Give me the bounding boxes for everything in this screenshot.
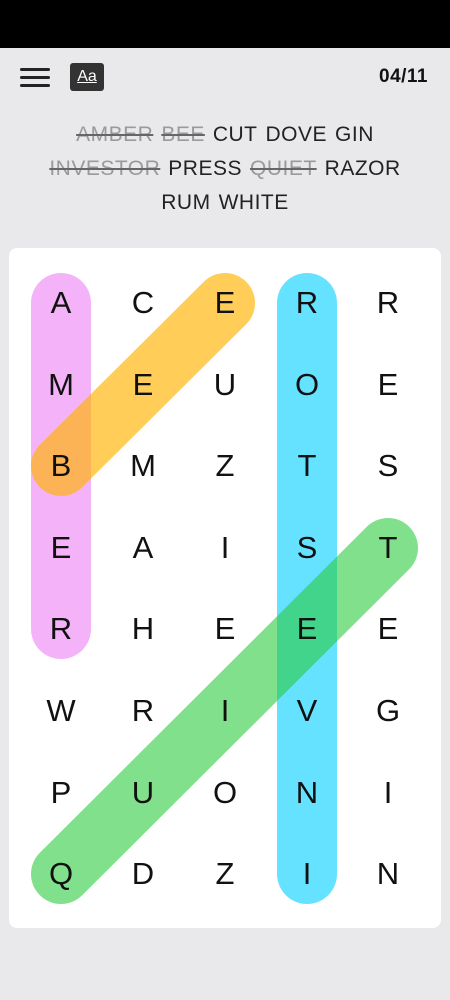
grid-cell[interactable]: I xyxy=(184,670,266,752)
font-size-button[interactable]: Aa xyxy=(70,63,104,91)
grid-cell[interactable]: E xyxy=(20,507,102,589)
grid-cell[interactable]: R xyxy=(347,262,429,344)
grid-cell[interactable]: U xyxy=(102,752,184,834)
grid-cell[interactable]: R xyxy=(20,588,102,670)
grid-cell[interactable]: I xyxy=(347,752,429,834)
word-press: PRESS xyxy=(168,157,242,180)
word-investor: INVESTOR xyxy=(49,157,161,180)
letter-grid: ACERRMEUOEBMZTSEAISTRHEEEWRIVGPUONIQDZIN xyxy=(9,248,441,928)
grid-cell[interactable]: E xyxy=(347,344,429,426)
grid-cell[interactable]: R xyxy=(102,670,184,752)
word-rum: RUM xyxy=(161,191,211,214)
grid-cell[interactable]: I xyxy=(184,507,266,589)
word-cut: CUT xyxy=(212,123,258,146)
grid-cell[interactable]: N xyxy=(347,833,429,915)
hamburger-menu-icon[interactable] xyxy=(20,68,50,88)
word-list: AMBER BEE CUT DOVE GIN INVESTOR PRESS QUIET RAZO… xyxy=(0,118,450,220)
grid-cell[interactable]: B xyxy=(20,425,102,507)
word-row: INVESTOR PRESS QUIET RAZOR xyxy=(0,152,450,186)
grid-cell[interactable]: Z xyxy=(184,833,266,915)
grid-cell[interactable]: A xyxy=(102,507,184,589)
grid-cell[interactable]: I xyxy=(266,833,348,915)
status-bar xyxy=(0,0,450,48)
grid-cell[interactable]: A xyxy=(20,262,102,344)
word-amber: AMBER xyxy=(76,123,154,146)
menu-line xyxy=(20,68,50,71)
grid-cell[interactable]: R xyxy=(266,262,348,344)
grid-cell[interactable]: E xyxy=(266,588,348,670)
grid-cell[interactable]: M xyxy=(20,344,102,426)
puzzle-board: ACERRMEUOEBMZTSEAISTRHEEEWRIVGPUONIQDZIN xyxy=(9,248,441,928)
font-size-label: Aa xyxy=(77,68,97,85)
menu-line xyxy=(20,84,50,87)
grid-cell[interactable]: T xyxy=(266,425,348,507)
grid-cell[interactable]: S xyxy=(347,425,429,507)
word-dove: DOVE xyxy=(265,123,328,146)
grid-cell[interactable]: D xyxy=(102,833,184,915)
grid-cell[interactable]: Z xyxy=(184,425,266,507)
word-white: WHITE xyxy=(218,191,289,214)
grid-cell[interactable]: E xyxy=(184,262,266,344)
grid-cell[interactable]: G xyxy=(347,670,429,752)
grid-cell[interactable]: O xyxy=(184,752,266,834)
menu-line xyxy=(20,76,50,79)
grid-cell[interactable]: P xyxy=(20,752,102,834)
grid-cell[interactable]: E xyxy=(347,588,429,670)
word-quiet: QUIET xyxy=(250,157,317,180)
grid-cell[interactable]: U xyxy=(184,344,266,426)
grid-cell[interactable]: M xyxy=(102,425,184,507)
grid-cell[interactable]: S xyxy=(266,507,348,589)
grid-cell[interactable]: E xyxy=(102,344,184,426)
grid-cell[interactable]: T xyxy=(347,507,429,589)
grid-cell[interactable]: W xyxy=(20,670,102,752)
grid-cell[interactable]: N xyxy=(266,752,348,834)
word-row: AMBER BEE CUT DOVE GIN xyxy=(0,118,450,152)
grid-cell[interactable]: E xyxy=(184,588,266,670)
grid-cell[interactable]: Q xyxy=(20,833,102,915)
grid-cell[interactable]: O xyxy=(266,344,348,426)
top-bar: Aa 04/11 xyxy=(0,48,450,108)
grid-cell[interactable]: C xyxy=(102,262,184,344)
grid-cell[interactable]: V xyxy=(266,670,348,752)
word-row: RUM WHITE xyxy=(0,186,450,220)
word-bee: BEE xyxy=(161,123,205,146)
word-razor: RAZOR xyxy=(324,157,401,180)
words-found-counter: 04/11 xyxy=(379,66,428,87)
grid-cell[interactable]: H xyxy=(102,588,184,670)
word-gin: GIN xyxy=(335,123,374,146)
